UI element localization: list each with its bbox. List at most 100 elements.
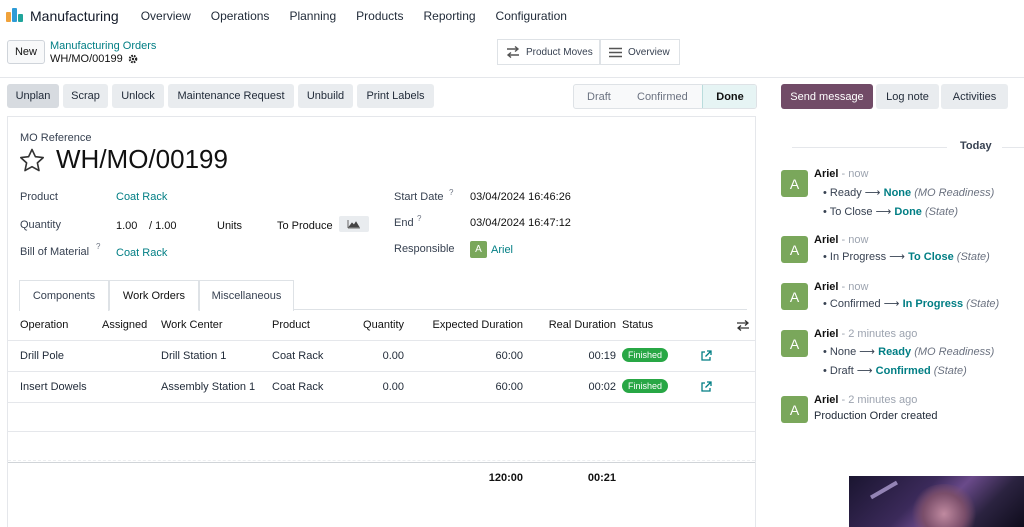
breadcrumb-manufacturing-orders[interactable]: Manufacturing Orders — [50, 40, 156, 52]
quantity-produced[interactable]: 1.00 — [116, 220, 137, 232]
author-avatar[interactable]: A — [781, 330, 808, 357]
cell-real-duration: 00:19 — [588, 350, 616, 362]
col-quantity[interactable]: Quantity — [344, 319, 404, 331]
list-icon — [609, 47, 622, 57]
app-name[interactable]: Manufacturing — [30, 8, 119, 24]
cell-real-duration: 00:02 — [588, 381, 616, 393]
old-value: Draft — [829, 365, 854, 377]
tab-components[interactable]: Components — [19, 280, 109, 311]
message-header: Ariel - 2 minutes ago — [814, 328, 917, 340]
stage-done[interactable]: Done — [702, 85, 756, 108]
field-name: (MO Readiness) — [914, 346, 995, 358]
column-settings-icon[interactable] — [737, 320, 749, 331]
new-value: To Close — [908, 251, 954, 263]
col-operation[interactable]: Operation — [20, 319, 68, 331]
col-status[interactable]: Status — [622, 319, 653, 331]
responsible-avatar: A — [470, 241, 487, 258]
arrow-right-icon: ⟶ — [864, 187, 881, 199]
old-value: Ready — [829, 187, 862, 199]
open-external-icon[interactable] — [700, 350, 712, 362]
cell-operation: Insert Dowels — [20, 381, 87, 393]
author-avatar[interactable]: A — [781, 170, 808, 197]
maintenance-request-button[interactable]: Maintenance Request — [168, 84, 294, 108]
help-tooltip-icon[interactable]: ? — [417, 214, 421, 223]
stage-draft[interactable]: Draft — [587, 85, 611, 108]
author-avatar[interactable]: A — [781, 283, 808, 310]
form-sheet: MO Reference WH/MO/00199 Product Coat Ra… — [7, 116, 756, 527]
arrow-right-icon: ⟶ — [875, 206, 892, 218]
bill-of-material-label: Bill of Material — [20, 246, 90, 258]
table-row[interactable]: Insert Dowels Assembly Station 1 Coat Ra… — [8, 372, 755, 403]
activities-button[interactable]: Activities — [941, 84, 1008, 109]
old-value: In Progress — [829, 251, 887, 263]
author-avatar[interactable]: A — [781, 236, 808, 263]
send-message-button[interactable]: Send message — [781, 84, 873, 109]
unplan-button[interactable]: Unplan — [7, 84, 59, 108]
new-value: Done — [894, 206, 922, 218]
empty-row — [8, 403, 755, 432]
author-name[interactable]: Ariel — [814, 281, 838, 293]
scrap-button[interactable]: Scrap — [63, 84, 108, 108]
unbuild-button[interactable]: Unbuild — [298, 84, 353, 108]
menu-overview[interactable]: Overview — [141, 9, 191, 23]
table-row[interactable]: Drill Pole Drill Station 1 Coat Rack 0.0… — [8, 341, 755, 372]
message-header: Ariel - now — [814, 168, 868, 180]
col-expected-duration[interactable]: Expected Duration — [413, 319, 524, 331]
exchange-arrows-icon — [506, 46, 520, 58]
end-date-value[interactable]: 03/04/2024 16:47:12 — [470, 217, 571, 229]
menu-products[interactable]: Products — [356, 9, 403, 23]
bill-of-material-link[interactable]: Coat Rack — [116, 247, 167, 259]
col-real-duration[interactable]: Real Duration — [532, 319, 616, 331]
table-header: Operation Assigned Work Center Product Q… — [8, 310, 755, 341]
menu-operations[interactable]: Operations — [211, 9, 270, 23]
author-name[interactable]: Ariel — [814, 168, 838, 180]
menu-planning[interactable]: Planning — [289, 9, 336, 23]
col-product[interactable]: Product — [272, 319, 310, 331]
message-header: Ariel - now — [814, 281, 868, 293]
menu-configuration[interactable]: Configuration — [496, 9, 567, 23]
tracking-line: • To Close ⟶ Done (State) — [823, 206, 958, 218]
new-button[interactable]: New — [7, 40, 45, 64]
tracking-line: • In Progress ⟶ To Close (State) — [823, 251, 990, 263]
help-tooltip-icon[interactable]: ? — [449, 188, 453, 197]
product-moves-button[interactable]: Product Moves — [497, 39, 600, 65]
print-labels-button[interactable]: Print Labels — [357, 84, 434, 108]
col-assigned[interactable]: Assigned — [102, 319, 147, 331]
overview-label: Overview — [628, 46, 670, 58]
unlock-button[interactable]: Unlock — [112, 84, 164, 108]
notebook-tabs: Components Work Orders Miscellaneous — [19, 280, 747, 311]
old-value: Confirmed — [829, 298, 881, 310]
status-badge: Finished — [622, 348, 669, 362]
arrow-right-icon: ⟶ — [889, 251, 906, 263]
author-name[interactable]: Ariel — [814, 394, 838, 406]
field-name: (MO Readiness) — [914, 187, 995, 199]
product-link[interactable]: Coat Rack — [116, 191, 167, 203]
col-work-center[interactable]: Work Center — [161, 319, 223, 331]
message-time: - now — [841, 168, 869, 180]
author-name[interactable]: Ariel — [814, 328, 838, 340]
gear-icon[interactable] — [128, 54, 138, 64]
cell-operation: Drill Pole — [20, 350, 65, 362]
new-value: None — [883, 187, 912, 199]
cell-expected-duration: 60:00 — [495, 381, 523, 393]
tab-work-orders[interactable]: Work Orders — [109, 280, 199, 311]
star-icon[interactable] — [19, 148, 45, 173]
help-tooltip-icon[interactable]: ? — [96, 242, 100, 251]
manufacturing-app-icon[interactable] — [6, 8, 24, 24]
responsible-link[interactable]: Ariel — [491, 244, 513, 256]
overview-button[interactable]: Overview — [600, 39, 680, 65]
start-date-label: Start Date — [394, 191, 444, 203]
start-date-value[interactable]: 03/04/2024 16:46:26 — [470, 191, 571, 203]
uom-field[interactable]: Units — [217, 220, 242, 232]
log-note-button[interactable]: Log note — [876, 84, 939, 109]
tab-miscellaneous[interactable]: Miscellaneous — [199, 280, 294, 311]
forecast-chart-button[interactable] — [339, 216, 369, 232]
author-name[interactable]: Ariel — [814, 234, 838, 246]
stage-confirmed[interactable]: Confirmed — [637, 85, 688, 108]
field-name: (State) — [956, 251, 990, 263]
author-avatar[interactable]: A — [781, 396, 808, 423]
webcam-overlay — [849, 476, 1024, 527]
menu-reporting[interactable]: Reporting — [424, 9, 476, 23]
mo-reference-label: MO Reference — [20, 132, 92, 144]
open-external-icon[interactable] — [700, 381, 712, 393]
